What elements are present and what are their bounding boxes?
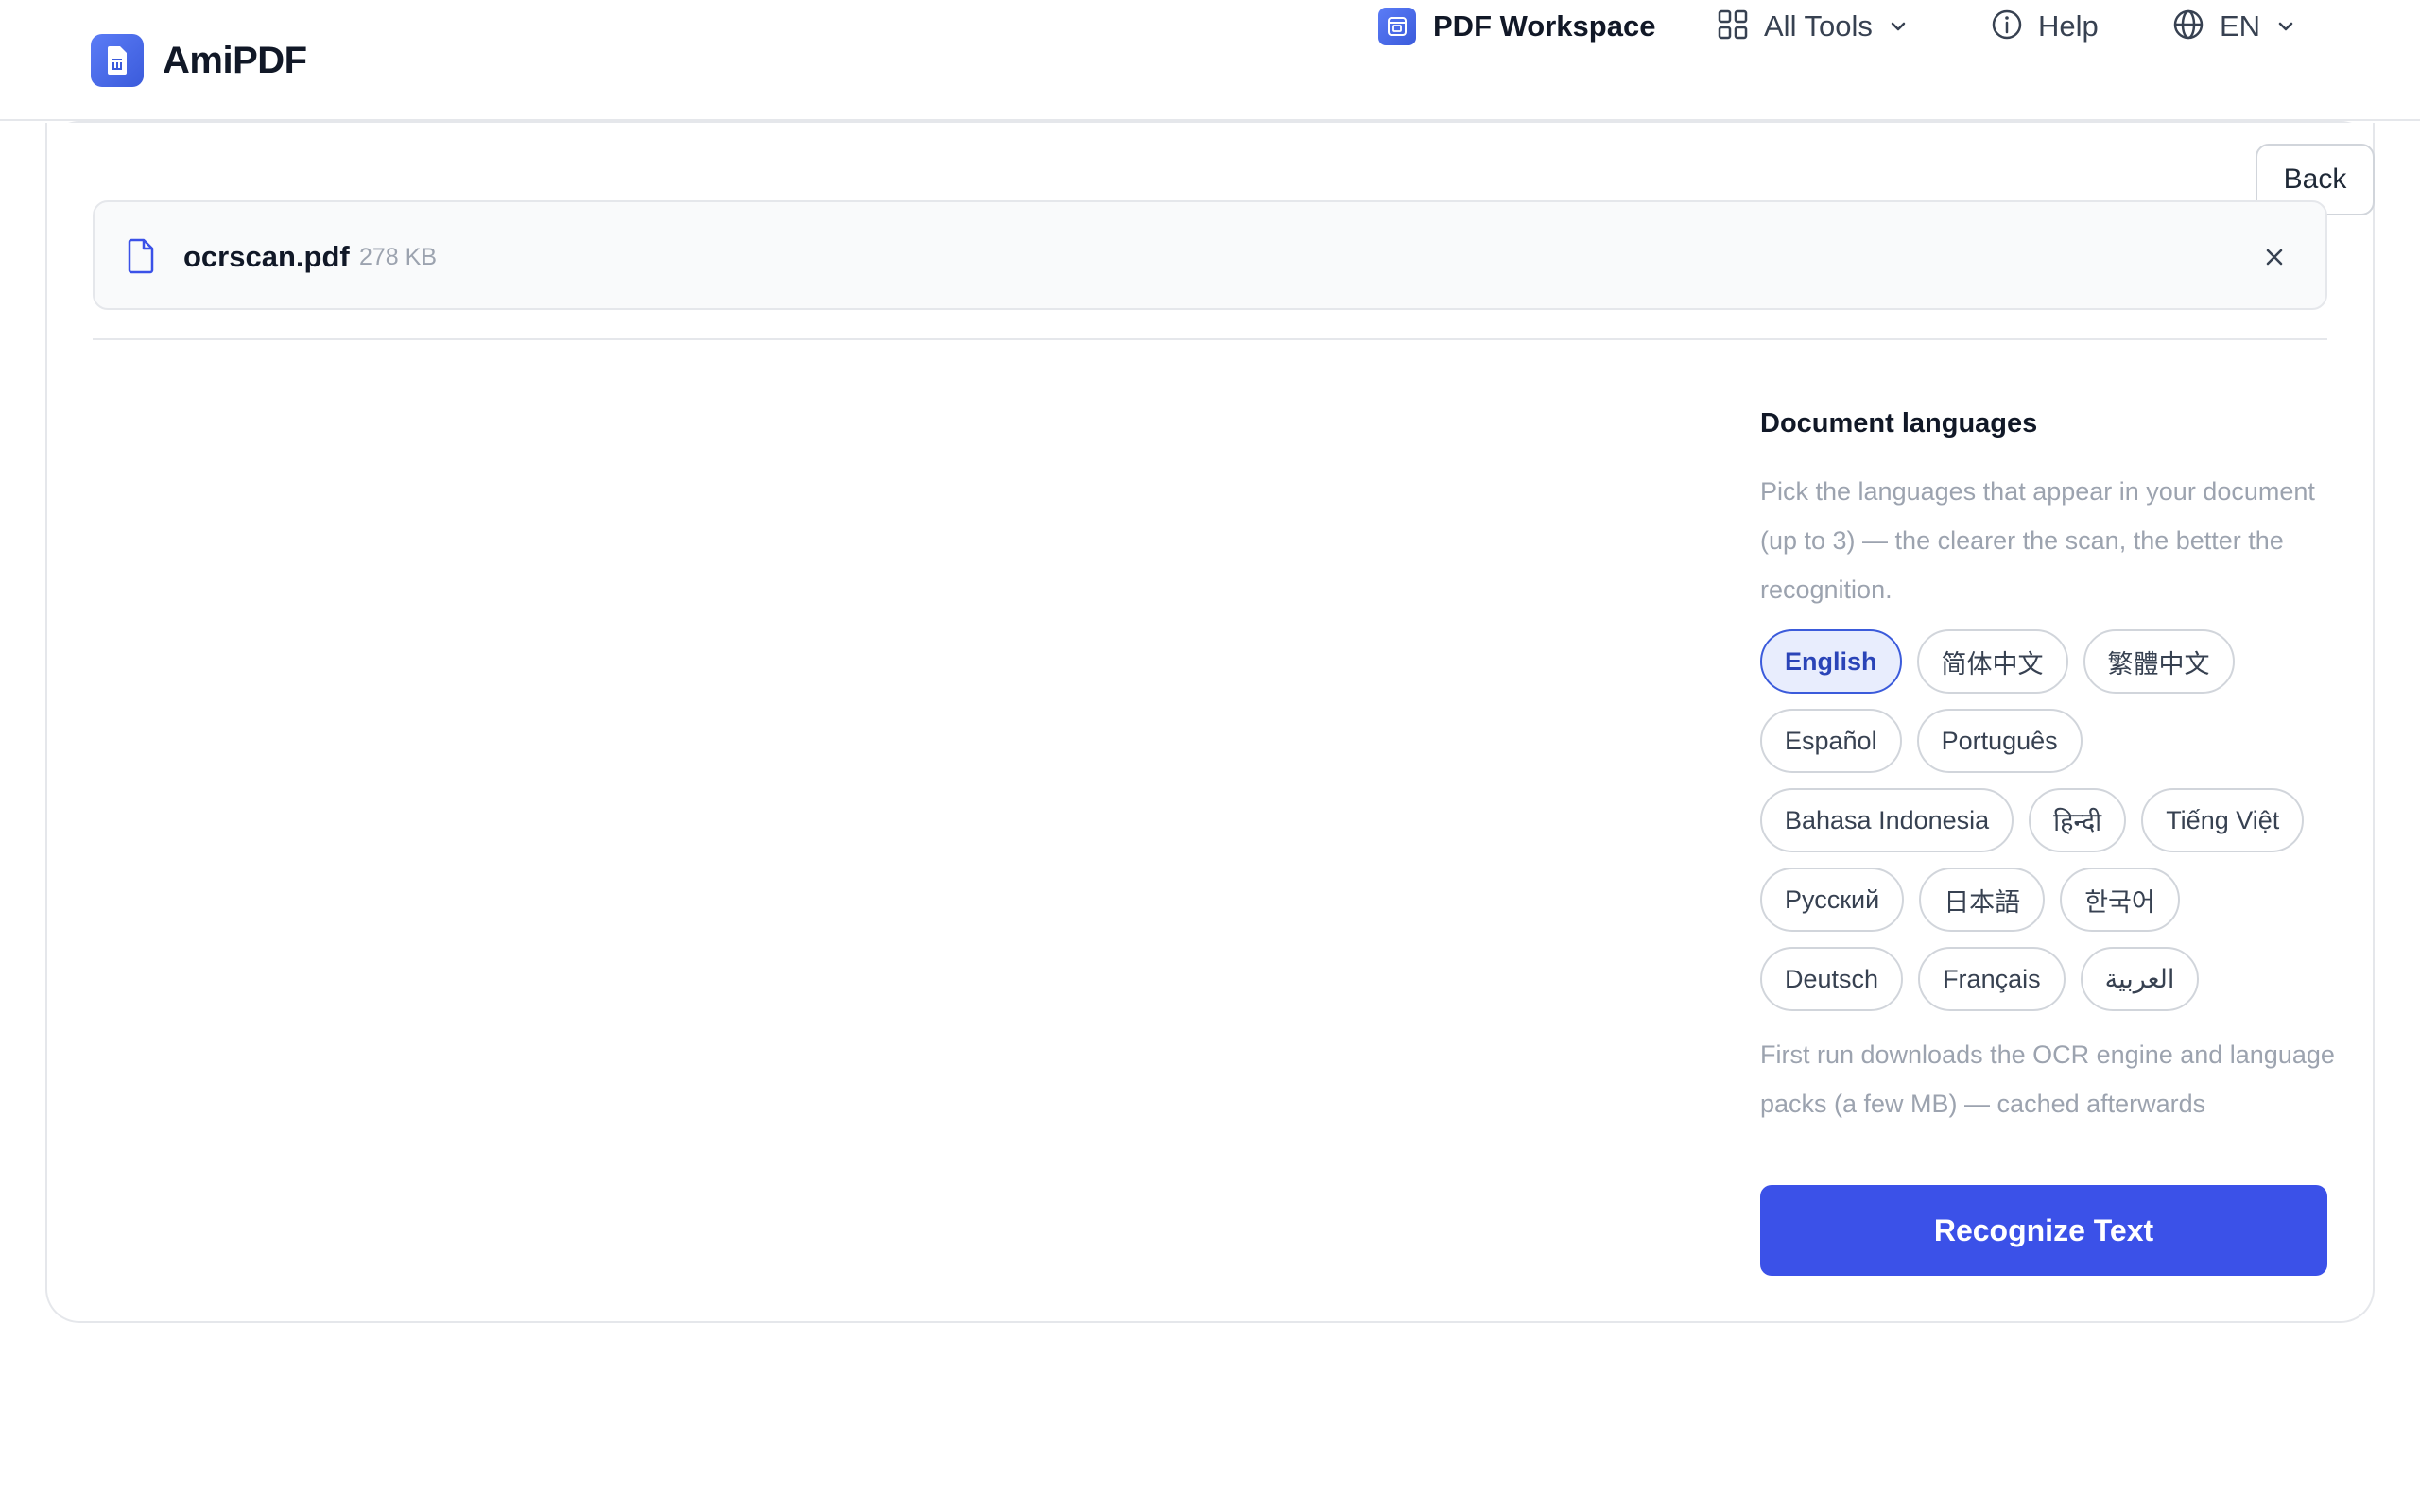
nav-help[interactable]: Help [1991,0,2099,53]
language-chip-traditional-chinese[interactable]: 繁體中文 [2083,629,2235,694]
brand-name: AmiPDF [163,39,307,81]
chip-row: English 简体中文 繁體中文 [1760,629,2346,694]
chevron-down-icon [1888,16,1909,37]
pdf-app-icon [91,34,144,87]
chevron-down-icon [2275,16,2296,37]
language-chip-english[interactable]: English [1760,629,1902,694]
nav-all-tools-label: All Tools [1764,9,1873,43]
chip-row: Deutsch Français العربية [1760,947,2346,1011]
language-chip-german[interactable]: Deutsch [1760,947,1904,1011]
top-header: AmiPDF PDF Workspace All Tools Help EN [0,0,2420,121]
chip-row: Español Português [1760,709,2346,773]
panel-description: Pick the languages that appear in your d… [1760,477,2315,604]
chip-row: Bahasa Indonesia हिन्दी Tiếng Việt [1760,788,2346,852]
file-bar: ocrscan.pdf 278 KB [93,200,2327,310]
recognize-text-button[interactable]: Recognize Text [1760,1185,2327,1276]
divider [93,338,2327,340]
language-chip-simplified-chinese[interactable]: 简体中文 [1916,629,2068,694]
language-chips: English 简体中文 繁體中文 Español Português Baha… [1760,629,2346,1026]
language-chip-japanese[interactable]: 日本語 [1919,868,2046,932]
language-chip-french[interactable]: Français [1918,947,2066,1011]
nav-all-tools[interactable]: All Tools [1717,0,1909,53]
language-chip-indonesian[interactable]: Bahasa Indonesia [1760,788,2014,852]
nav-language-label: EN [2220,9,2261,43]
file-icon [127,238,155,279]
grid-icon [1717,9,1749,45]
language-chip-spanish[interactable]: Español [1760,709,1902,773]
panel-title: Document languages [1760,408,2038,438]
nav-pdf-workspace[interactable]: PDF Workspace [1378,0,1655,53]
nav-language-select[interactable]: EN [2172,0,2296,53]
brand[interactable]: AmiPDF [91,34,307,87]
language-chip-hindi[interactable]: हिन्दी [2029,788,2127,852]
info-icon [1991,9,2023,45]
close-icon[interactable] [2256,238,2293,276]
language-chip-russian[interactable]: Русский [1760,868,1905,932]
language-chip-arabic[interactable]: العربية [2080,947,2200,1011]
engine-note: First run downloads the OCR engine and l… [1760,1040,2335,1118]
file-name: ocrscan.pdf [183,240,350,273]
chip-row: Русский 日本語 한국어 [1760,868,2346,932]
nav-help-label: Help [2038,9,2099,43]
language-chip-korean[interactable]: 한국어 [2060,868,2180,932]
nav-workspace-label: PDF Workspace [1433,9,1656,43]
language-chip-vietnamese[interactable]: Tiếng Việt [2141,788,2305,852]
language-chip-portuguese[interactable]: Português [1916,709,2083,773]
workspace-icon [1378,8,1416,45]
file-size: 278 KB [359,244,438,270]
globe-icon [2172,9,2204,45]
